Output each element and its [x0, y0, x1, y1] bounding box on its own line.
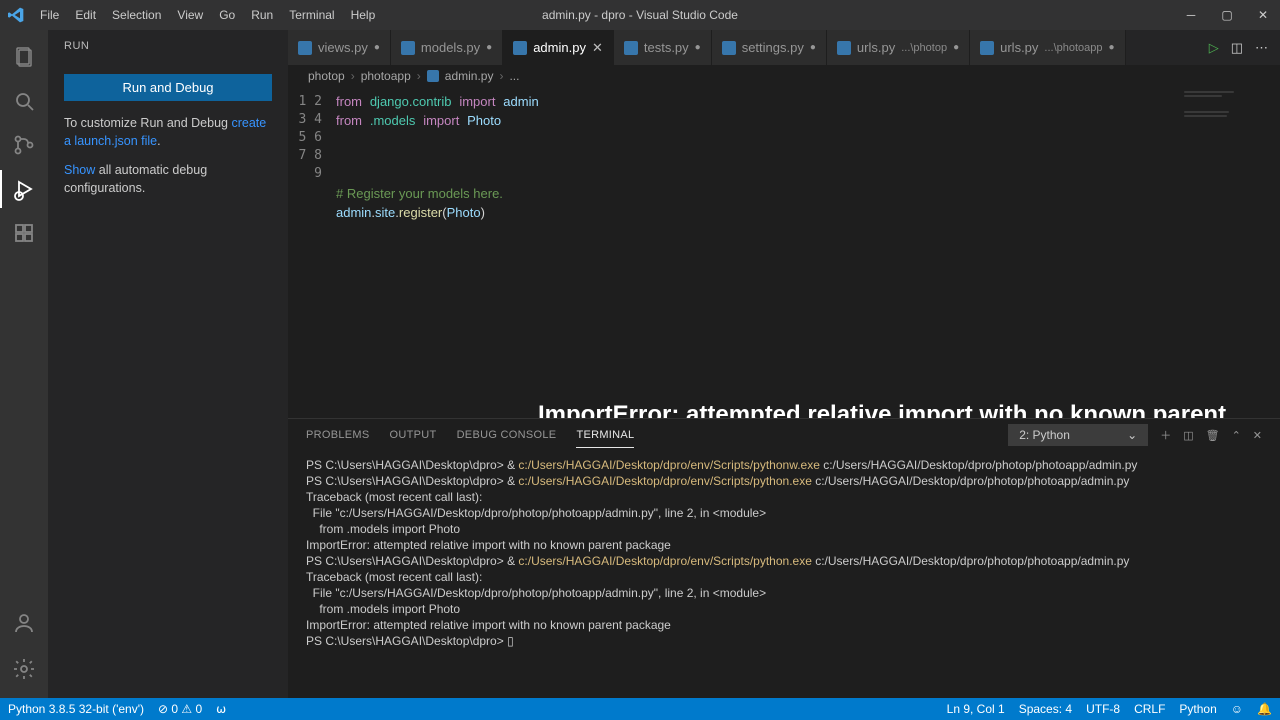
- panel-tab-output[interactable]: OUTPUT: [390, 423, 437, 447]
- panel-tab-terminal[interactable]: TERMINAL: [576, 423, 634, 448]
- dirty-dot-icon: ●: [810, 42, 816, 53]
- status-bell-icon[interactable]: 🔔: [1257, 702, 1272, 716]
- status-spaces[interactable]: Spaces: 4: [1019, 702, 1072, 716]
- status-eol[interactable]: CRLF: [1134, 702, 1165, 716]
- show-link[interactable]: Show: [64, 163, 95, 177]
- tab-urls-photop[interactable]: urls.py...\photop●: [827, 30, 970, 65]
- python-icon: [980, 41, 994, 55]
- show-configs-hint: Show all automatic debug configurations.: [64, 162, 272, 197]
- editor-tabs: views.py● models.py● admin.py✕ tests.py●…: [288, 30, 1280, 65]
- split-editor-icon[interactable]: ◫: [1231, 40, 1243, 56]
- more-actions-icon[interactable]: ⋯: [1255, 40, 1268, 56]
- status-language[interactable]: Python: [1179, 702, 1216, 716]
- breadcrumb[interactable]: photop› photoapp› admin.py› ...: [288, 65, 1280, 87]
- overlay-error-title: ImportError: attempted relative import w…: [538, 401, 1280, 418]
- minimize-button[interactable]: ─: [1182, 8, 1200, 22]
- status-feedback-icon[interactable]: ☺: [1231, 702, 1243, 716]
- panel-tab-problems[interactable]: PROBLEMS: [306, 423, 370, 447]
- code-content[interactable]: from django.contrib import admin from .m…: [336, 87, 1280, 418]
- menu-file[interactable]: File: [34, 4, 65, 26]
- new-terminal-icon[interactable]: ＋: [1160, 427, 1171, 443]
- panel: PROBLEMS OUTPUT DEBUG CONSOLE TERMINAL 2…: [288, 418, 1280, 698]
- python-icon: [624, 41, 638, 55]
- status-python[interactable]: Python 3.8.5 32-bit ('env'): [8, 702, 144, 716]
- tab-urls-photoapp[interactable]: urls.py...\photoapp●: [970, 30, 1125, 65]
- status-line-col[interactable]: Ln 9, Col 1: [947, 702, 1005, 716]
- python-icon: [401, 41, 415, 55]
- activity-explorer[interactable]: [0, 38, 48, 76]
- panel-maximize-icon[interactable]: ⌃: [1232, 429, 1241, 442]
- run-and-debug-button[interactable]: Run and Debug: [64, 74, 272, 101]
- line-gutter: 1 2 3 4 5 6 7 8 9: [288, 87, 336, 418]
- activity-accounts[interactable]: [0, 604, 48, 642]
- tab-admin[interactable]: admin.py✕: [503, 30, 614, 65]
- customize-hint: To customize Run and Debug create a laun…: [64, 115, 272, 150]
- python-icon: [837, 41, 851, 55]
- maximize-button[interactable]: ▢: [1218, 8, 1236, 22]
- vscode-logo-icon: [8, 6, 26, 24]
- tab-views[interactable]: views.py●: [288, 30, 391, 65]
- python-icon: [513, 41, 527, 55]
- close-icon[interactable]: ✕: [592, 40, 603, 56]
- menu-go[interactable]: Go: [213, 4, 241, 26]
- panel-close-icon[interactable]: ✕: [1253, 429, 1262, 442]
- menu-view[interactable]: View: [171, 4, 209, 26]
- activity-source-control[interactable]: [0, 126, 48, 164]
- activity-settings[interactable]: [0, 650, 48, 688]
- menu-bar: File Edit Selection View Go Run Terminal…: [34, 4, 381, 26]
- activity-extensions[interactable]: [0, 214, 48, 252]
- status-problems[interactable]: ⊘ 0 ⚠ 0: [158, 702, 202, 716]
- window-title: admin.py - dpro - Visual Studio Code: [542, 8, 738, 22]
- sidebar-run: RUN Run and Debug To customize Run and D…: [48, 30, 288, 698]
- tab-tests[interactable]: tests.py●: [614, 30, 712, 65]
- python-icon: [427, 70, 439, 82]
- activity-search[interactable]: [0, 82, 48, 120]
- code-editor[interactable]: 1 2 3 4 5 6 7 8 9 from django.contrib im…: [288, 87, 1280, 418]
- close-window-button[interactable]: ✕: [1254, 8, 1272, 22]
- dirty-dot-icon: ●: [953, 42, 959, 53]
- editor-area: views.py● models.py● admin.py✕ tests.py●…: [288, 30, 1280, 698]
- menu-help[interactable]: Help: [345, 4, 382, 26]
- dirty-dot-icon: ●: [374, 42, 380, 53]
- terminal-content[interactable]: PS C:\Users\HAGGAI\Desktop\dpro> & c:/Us…: [288, 451, 1280, 698]
- split-terminal-icon[interactable]: ◫: [1183, 429, 1193, 442]
- menu-terminal[interactable]: Terminal: [283, 4, 340, 26]
- dirty-dot-icon: ●: [695, 42, 701, 53]
- menu-selection[interactable]: Selection: [106, 4, 167, 26]
- menu-edit[interactable]: Edit: [69, 4, 102, 26]
- kill-terminal-icon[interactable]: 🗑: [1206, 429, 1220, 442]
- minimap[interactable]: [1184, 91, 1274, 119]
- dirty-dot-icon: ●: [1109, 42, 1115, 53]
- sidebar-header: RUN: [48, 30, 288, 58]
- terminal-selector[interactable]: 2: Python⌄: [1008, 424, 1148, 446]
- activity-bar: [0, 30, 48, 698]
- panel-tabs: PROBLEMS OUTPUT DEBUG CONSOLE TERMINAL 2…: [288, 419, 1280, 451]
- status-bar: Python 3.8.5 32-bit ('env') ⊘ 0 ⚠ 0 ⍵ Ln…: [0, 698, 1280, 720]
- python-icon: [298, 41, 312, 55]
- python-icon: [722, 41, 736, 55]
- status-liveshare-icon[interactable]: ⍵: [216, 702, 226, 716]
- tab-models[interactable]: models.py●: [391, 30, 503, 65]
- chevron-down-icon: ⌄: [1127, 428, 1137, 442]
- menu-run[interactable]: Run: [245, 4, 279, 26]
- run-file-icon[interactable]: ▷: [1209, 40, 1219, 56]
- panel-tab-debug-console[interactable]: DEBUG CONSOLE: [457, 423, 557, 447]
- activity-run-debug[interactable]: [0, 170, 48, 208]
- status-encoding[interactable]: UTF-8: [1086, 702, 1120, 716]
- tab-settings[interactable]: settings.py●: [712, 30, 827, 65]
- titlebar: File Edit Selection View Go Run Terminal…: [0, 0, 1280, 30]
- dirty-dot-icon: ●: [486, 42, 492, 53]
